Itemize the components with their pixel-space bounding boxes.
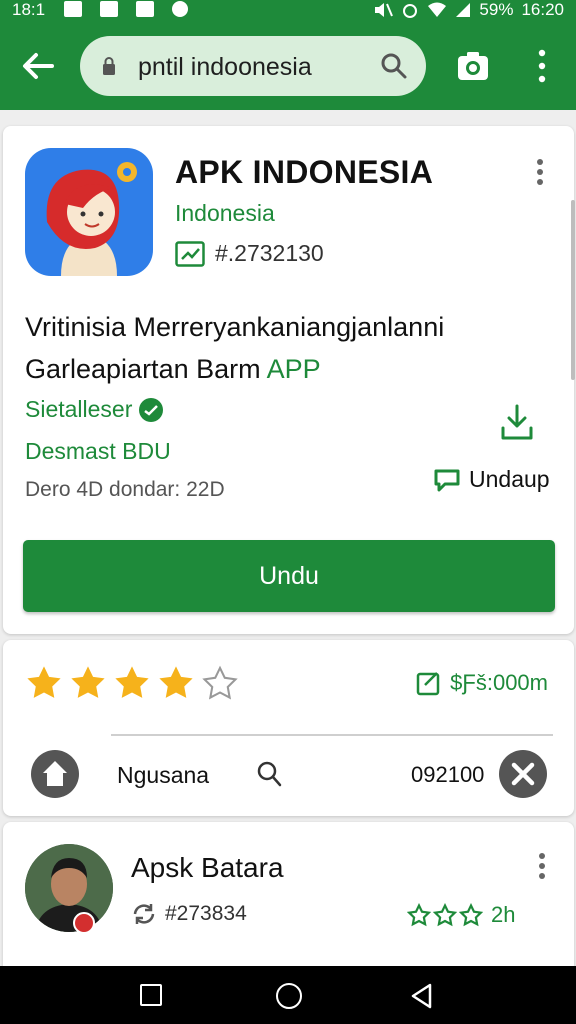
version-info: Desmast BDU — [25, 438, 171, 464]
scrollbar[interactable] — [571, 200, 575, 380]
app-description-line-1: Vritinisia Merreryankaniangjanlanni — [25, 312, 445, 342]
card-menu-icon[interactable] — [535, 158, 545, 186]
app-detail-card: APK INDONESIA Indonesia #.2732130 Vritin… — [3, 126, 574, 634]
home-nav-button[interactable] — [276, 983, 302, 1009]
notification-icon — [64, 1, 82, 17]
undaup-label[interactable]: Undaup — [469, 466, 550, 493]
search-icon[interactable] — [380, 52, 408, 80]
star-filled-icon — [115, 666, 149, 698]
signal-icon — [456, 3, 471, 17]
verified-icon — [139, 397, 164, 422]
lock-icon — [103, 57, 115, 75]
edit-box-icon — [416, 672, 440, 696]
trend-row: #.2732130 — [175, 240, 324, 267]
reviewer-id: #273834 — [165, 902, 247, 925]
rating-card: $Ƒš:000m Ngusana 092100 — [3, 640, 574, 816]
reviewer-name: Apsk Batara — [131, 852, 284, 883]
install-button[interactable]: Undu — [23, 540, 555, 612]
review-menu-icon[interactable] — [537, 852, 547, 880]
more-options-icon[interactable] — [532, 48, 552, 84]
system-nav-bar — [0, 966, 576, 1024]
search-icon[interactable] — [255, 760, 283, 788]
seller-row[interactable]: Sietalleser — [25, 396, 164, 423]
update-date: Dero 4D dondar: 22D — [25, 478, 225, 501]
status-bar: 18:1 59% 16:20 — [0, 0, 576, 22]
app-title: APK INDONESIA — [175, 154, 434, 190]
star-filled-icon — [159, 666, 193, 698]
close-button[interactable] — [499, 750, 547, 798]
notification-icon — [172, 1, 188, 17]
description-text: Garleapiartan Barm — [25, 354, 267, 384]
status-time: 16:20 — [521, 0, 564, 19]
trend-id: #.2732130 — [215, 240, 324, 266]
app-icon[interactable] — [25, 148, 153, 276]
battery-percent: 59% — [479, 0, 514, 19]
download-icon[interactable] — [499, 402, 535, 442]
divider — [111, 734, 553, 736]
review-stars: 2h — [407, 902, 515, 928]
reviewer-id-row: #273834 — [131, 902, 247, 926]
notification-icon — [100, 1, 118, 17]
avatar[interactable] — [25, 844, 113, 932]
seller-name[interactable]: Sietalleser — [25, 396, 132, 423]
count-value: 092100 — [411, 762, 485, 787]
star-empty-icon — [202, 665, 238, 700]
star-filled-icon — [71, 666, 105, 698]
status-time-left: 18:1 — [12, 0, 46, 19]
search-input[interactable]: pntil indoonesia — [80, 36, 426, 96]
app-description-line-2: Garleapiartan Barm APP — [25, 354, 321, 385]
close-icon — [511, 762, 535, 786]
avatar-badge — [73, 912, 95, 934]
notification-icon — [136, 1, 154, 17]
home-icon — [43, 761, 67, 786]
notification-icons — [64, 1, 188, 17]
mute-icon — [375, 3, 394, 17]
camera-icon[interactable] — [456, 50, 490, 82]
star-outline-icon — [433, 903, 457, 927]
status-right: 59% 16:20 — [373, 0, 564, 20]
search-label: Ngusana — [117, 762, 210, 788]
stat-row: $Ƒš:000m — [416, 670, 548, 696]
recents-button[interactable] — [140, 984, 162, 1006]
undaup-action[interactable]: Undaup — [433, 466, 550, 493]
wifi-icon — [428, 2, 447, 17]
home-button[interactable] — [31, 750, 79, 798]
back-arrow-icon[interactable] — [18, 46, 58, 86]
app-logo-icon — [46, 162, 137, 276]
alarm-icon — [403, 4, 418, 18]
reviewer-photo — [25, 844, 113, 932]
description-accent: APP — [266, 354, 321, 384]
stat-value: $Ƒš:000m — [450, 670, 548, 695]
star-outline-icon — [407, 903, 431, 927]
comment-icon — [434, 469, 460, 491]
trending-icon — [175, 240, 205, 267]
review-card: Apsk Batara #273834 2h — [3, 822, 574, 972]
app-bar: pntil indoonesia — [0, 22, 576, 110]
rating-stars[interactable] — [25, 664, 239, 702]
back-triangle-icon[interactable] — [408, 982, 436, 1010]
star-outline-icon — [459, 903, 483, 927]
sync-icon — [133, 904, 155, 924]
review-time: 2h — [491, 902, 516, 927]
search-query[interactable]: pntil indoonesia — [138, 53, 312, 82]
app-developer-link[interactable]: Indonesia — [175, 200, 275, 227]
star-filled-icon — [27, 666, 61, 698]
